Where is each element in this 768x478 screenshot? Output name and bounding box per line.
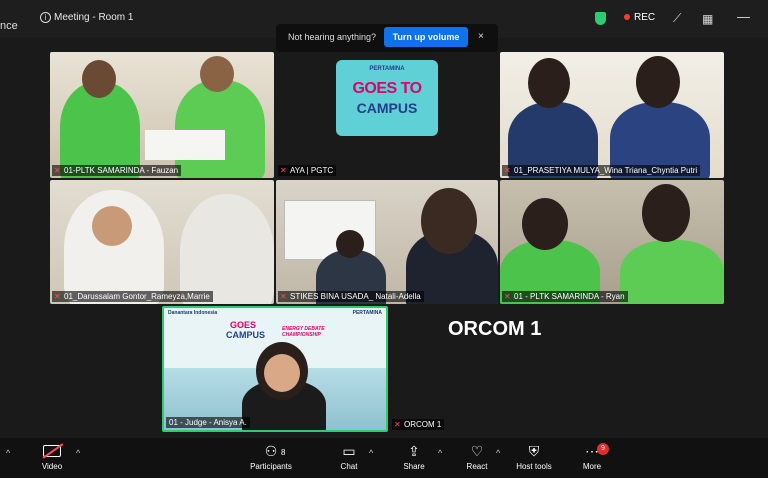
rec-indicator[interactable]: REC bbox=[624, 12, 655, 23]
participant-name: ✕ 01 - PLTK SAMARINDA - Ryan bbox=[502, 291, 628, 302]
more-icon: ⋯ bbox=[585, 443, 599, 459]
share-label: Share bbox=[403, 462, 425, 471]
participant-name: ✕ 01_PRASETIYA MULYA_Wina Triana_Chyntia … bbox=[502, 165, 701, 176]
chat-options-caret[interactable]: ^ bbox=[369, 448, 373, 458]
mic-muted-icon: ✕ bbox=[280, 166, 287, 175]
share-options-caret[interactable]: ^ bbox=[438, 448, 442, 458]
meeting-toolbar: ^ Video ^ ⚇ Participants 8 ▭ Chat ^ ⇪ Sh… bbox=[0, 438, 768, 478]
participant-name: ✕ 01-PLTK SAMARINDA - Fauzan bbox=[52, 165, 182, 176]
host-tools-label: Host tools bbox=[516, 462, 552, 471]
participant-tile[interactable]: ✕ 01 - PLTK SAMARINDA - Ryan bbox=[500, 180, 724, 304]
video-label: Video bbox=[41, 462, 63, 471]
magic-wand-icon[interactable]: ⟋ bbox=[673, 11, 681, 26]
participant-tile-active[interactable]: Danantara Indonesia PERTAMINA GOES CAMPU… bbox=[162, 306, 388, 432]
shield-icon[interactable] bbox=[595, 12, 606, 25]
participant-tile[interactable]: ✕ 01-PLTK SAMARINDA - Fauzan bbox=[50, 52, 274, 178]
participant-name: ✕ AYA | PGTC bbox=[278, 165, 337, 176]
share-icon: ⇪ bbox=[408, 443, 420, 459]
mic-muted-icon: ✕ bbox=[394, 420, 401, 429]
participant-name: 01 - Judge - Anisya A. bbox=[166, 417, 250, 428]
meeting-title: Meeting - Room 1 bbox=[54, 12, 134, 23]
video-off-name: ORCOM 1 bbox=[448, 318, 542, 340]
sponsor-logo-left: Danantara Indonesia bbox=[168, 310, 218, 316]
audio-options-caret[interactable]: ^ bbox=[6, 448, 10, 458]
event-subtitle: ENERGY DEBATE CHAMPIONSHIP bbox=[282, 326, 325, 338]
participant-name: ✕ 01_Darussalam Gontor_Rameyza,Marrie bbox=[52, 291, 213, 302]
more-notification-badge: 9 bbox=[597, 443, 609, 455]
sponsor-logo-right: PERTAMINA bbox=[352, 310, 382, 316]
react-options-caret[interactable]: ^ bbox=[496, 448, 500, 458]
more-button[interactable]: ⋯ More bbox=[562, 442, 622, 471]
logo-line2: CAMPUS bbox=[356, 100, 418, 116]
info-icon[interactable]: i bbox=[40, 12, 51, 23]
more-label: More bbox=[582, 462, 602, 471]
react-label: React bbox=[466, 462, 488, 471]
video-options-caret[interactable]: ^ bbox=[76, 448, 80, 458]
host-shield-icon: ⛨ bbox=[528, 443, 540, 459]
mic-muted-icon: ✕ bbox=[504, 292, 511, 301]
participants-icon: ⚇ bbox=[264, 443, 278, 459]
participant-tile[interactable]: ✕ STIKES BINA USADA_ Natali-Adella bbox=[276, 180, 498, 304]
chat-label: Chat bbox=[340, 462, 358, 471]
participant-tile[interactable]: ✕ 01_PRASETIYA MULYA_Wina Triana_Chyntia … bbox=[500, 52, 724, 178]
participant-tile[interactable]: ✕ 01_Darussalam Gontor_Rameyza,Marrie bbox=[50, 180, 274, 304]
mic-muted-icon: ✕ bbox=[504, 166, 511, 175]
minimize-icon[interactable]: — bbox=[737, 9, 750, 24]
logo-brand: PERTAMINA bbox=[369, 66, 405, 72]
notice-message: Not hearing anything? bbox=[288, 32, 377, 42]
participants-label: Participants bbox=[250, 462, 292, 471]
participant-count: 8 bbox=[281, 448, 286, 457]
mic-muted-icon: ✕ bbox=[54, 292, 61, 301]
video-off-icon bbox=[43, 445, 61, 457]
participants-button[interactable]: ⚇ Participants bbox=[241, 442, 301, 471]
mic-muted-icon: ✕ bbox=[54, 166, 61, 175]
goes-to-campus-logo: PERTAMINA GOES TO CAMPUS bbox=[336, 60, 438, 136]
audio-notice-banner: Not hearing anything? Turn up volume × bbox=[276, 24, 498, 52]
close-icon[interactable]: × bbox=[478, 31, 484, 42]
participant-name: ✕ ORCOM 1 bbox=[392, 419, 445, 430]
mic-muted-icon: ✕ bbox=[280, 292, 287, 301]
turn-up-volume-button[interactable]: Turn up volume bbox=[384, 27, 468, 47]
share-button[interactable]: ⇪ Share bbox=[384, 442, 444, 471]
logo-line1: GOES TO bbox=[352, 80, 422, 97]
video-button[interactable]: Video bbox=[22, 442, 82, 471]
event-title-bottom: CAMPUS bbox=[226, 330, 266, 340]
participant-name: ✕ STIKES BINA USADA_ Natali-Adella bbox=[278, 291, 424, 302]
grid-icon[interactable]: ▦ bbox=[702, 12, 713, 26]
event-title-top: GOES bbox=[230, 320, 257, 330]
cut-off-label: nce bbox=[0, 20, 18, 32]
host-tools-button[interactable]: ⛨ Host tools bbox=[504, 442, 564, 471]
